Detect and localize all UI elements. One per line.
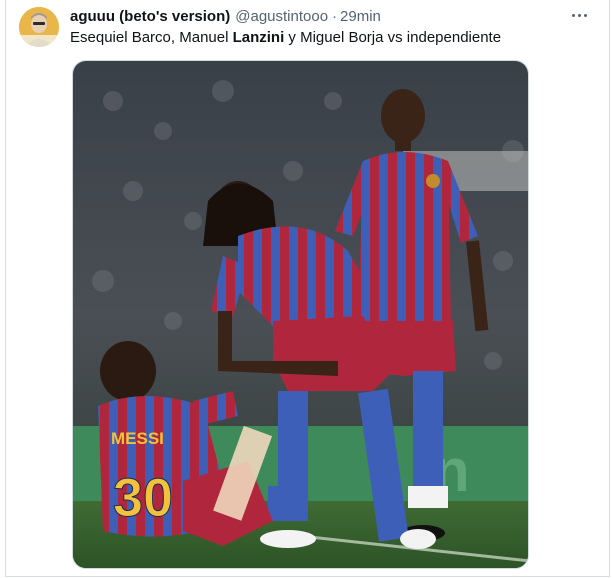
avatar[interactable] xyxy=(19,7,59,47)
tweet-text-part: Esequiel Barco, Manuel xyxy=(70,29,233,46)
more-dot xyxy=(577,13,581,17)
more-dot xyxy=(583,13,587,17)
tweet-text: Esequiel Barco, Manuel Lanzini y Miguel … xyxy=(70,28,501,48)
timestamp[interactable]: 29min xyxy=(340,8,381,25)
more-dot xyxy=(571,13,575,17)
jersey-name: MESSI xyxy=(111,429,164,448)
tweet-text-part: y Miguel Borja vs independiente xyxy=(284,29,502,46)
more-options-icon[interactable] xyxy=(567,7,591,23)
display-name[interactable]: aguuu (beto's version) xyxy=(70,8,230,25)
user-handle[interactable]: @agustintooo xyxy=(235,8,328,25)
football-photo: n MESSI 30 xyxy=(73,61,528,568)
tweet-header: aguuu (beto's version) @agustintooo · 29… xyxy=(70,6,381,26)
tweet-text-bold: Lanzini xyxy=(232,29,285,46)
tweet-photo[interactable]: n MESSI 30 xyxy=(72,60,529,569)
jersey-number: 30 xyxy=(113,468,173,528)
tweet-card[interactable]: aguuu (beto's version) @agustintooo · 29… xyxy=(5,0,610,577)
separator-dot: · xyxy=(332,7,338,25)
